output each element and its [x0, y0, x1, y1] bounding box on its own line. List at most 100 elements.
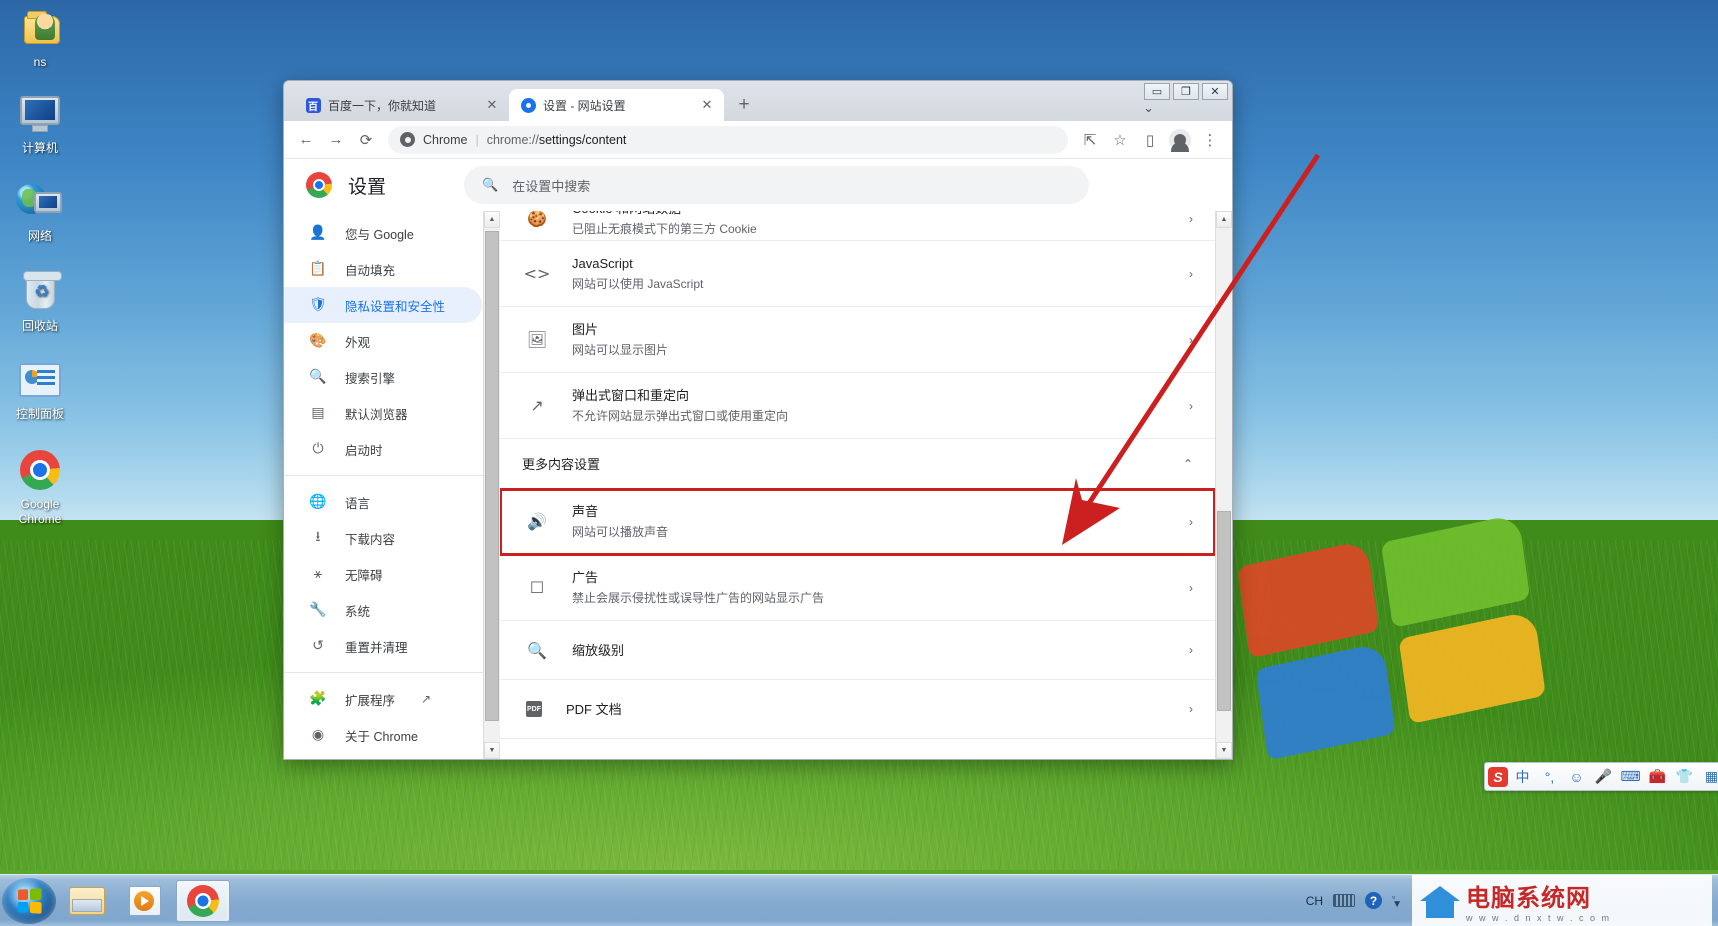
sidebar-item-privacy-and-security[interactable]: 🛡 隐私设置和安全性: [284, 287, 482, 323]
puzzle-icon: 🧩: [309, 691, 327, 707]
row-pdf-documents[interactable]: PDF PDF 文档 ›: [500, 680, 1215, 739]
profile-avatar-icon[interactable]: [1166, 126, 1194, 154]
smiley-icon[interactable]: ☺: [1564, 765, 1589, 788]
sidebar-item-accessibility[interactable]: ⚹ 无障碍: [284, 556, 482, 592]
chevron-right-icon[interactable]: ›: [1189, 643, 1193, 657]
row-sound[interactable]: 🔊 声音 网站可以播放声音 ›: [500, 488, 1215, 556]
tab-close-icon[interactable]: ✕: [699, 97, 715, 113]
omnibox-url-path: settings/content: [538, 132, 627, 147]
tab-close-icon[interactable]: ✕: [484, 97, 500, 113]
scroll-down-arrow-icon[interactable]: ▼: [484, 742, 500, 759]
chevron-right-icon[interactable]: ›: [1189, 702, 1193, 716]
sidebar-item-label: 无障碍: [345, 568, 383, 583]
start-button[interactable]: [2, 877, 56, 924]
toolbox-icon[interactable]: 🧰: [1645, 765, 1670, 788]
section-more-content-settings[interactable]: 更多内容设置 ⌃: [500, 439, 1215, 489]
row-javascript[interactable]: <> JavaScript 网站可以使用 JavaScript ›: [500, 241, 1215, 307]
windows-taskbar: CH ? ▫ ▼ 电脑系统网 w w w . d n x t w . c o m: [0, 874, 1718, 926]
sidebar-item-appearance[interactable]: 🎨 外观: [284, 323, 482, 359]
sidebar-item-autofill[interactable]: 📋 自动填充: [284, 251, 482, 287]
sidebar-item-you-and-google[interactable]: 👤 您与 Google: [284, 215, 482, 251]
chevron-right-icon[interactable]: ›: [1189, 333, 1193, 347]
skin-icon[interactable]: 👕: [1672, 765, 1697, 788]
maximize-button[interactable]: ❐: [1173, 83, 1199, 100]
row-popups-and-redirects[interactable]: ↗ 弹出式窗口和重定向 不允许网站显示弹出式窗口或使用重定向 ›: [500, 373, 1215, 439]
address-bar[interactable]: Chrome | chrome://settings/content: [388, 125, 1068, 154]
scrollbar-thumb[interactable]: [1217, 511, 1231, 711]
baidu-favicon: 百: [305, 97, 321, 113]
taskbar-button-chrome[interactable]: [176, 879, 230, 922]
language-indicator[interactable]: CH: [1306, 894, 1323, 908]
content-scrollbar[interactable]: ▲ ▼: [1215, 211, 1232, 759]
desktop-icon-control-panel[interactable]: 控制面板: [2, 358, 78, 422]
share-icon[interactable]: ⇱: [1076, 126, 1104, 154]
help-icon[interactable]: ?: [1365, 892, 1383, 909]
sogou-ime-toolbar[interactable]: S 中 °, ☺ 🎤 ⌨ 🧰 👕 ▦: [1484, 762, 1718, 791]
sidebar-item-languages[interactable]: 🌐 语言: [284, 484, 482, 520]
chevron-right-icon[interactable]: ›: [1189, 399, 1193, 413]
new-tab-button[interactable]: +: [730, 91, 758, 119]
punctuation-toggle-icon[interactable]: °,: [1537, 765, 1562, 788]
sidebar-item-system[interactable]: 🔧 系统: [284, 592, 482, 628]
sidebar-item-about-chrome[interactable]: ◉ 关于 Chrome: [284, 717, 482, 753]
scroll-down-arrow-icon[interactable]: ▼: [1216, 742, 1232, 759]
minimize-button[interactable]: ▭: [1144, 83, 1170, 100]
sogou-logo-icon[interactable]: S: [1488, 766, 1508, 787]
keyboard-icon[interactable]: [1333, 894, 1356, 907]
tab-baidu[interactable]: 百 百度一下，你就知道 ✕: [294, 89, 509, 121]
chevron-up-icon[interactable]: ⌃: [1183, 457, 1193, 471]
taskbar-button-explorer[interactable]: [60, 880, 114, 922]
desktop-icon-label: Google Chrome: [18, 497, 62, 526]
row-zoom-levels[interactable]: 🔍 缩放级别 ›: [500, 621, 1215, 680]
scrollbar-thumb[interactable]: [485, 231, 499, 721]
sidebar-item-label: 搜索引擎: [345, 371, 396, 386]
search-input[interactable]: 🔍 在设置中搜索: [464, 166, 1090, 204]
forward-button[interactable]: →: [322, 126, 350, 154]
apps-icon[interactable]: ▦: [1699, 765, 1718, 788]
row-cookies[interactable]: 🍪 Cookie 和网站数据 已阻止无痕模式下的第三方 Cookie ›: [500, 211, 1215, 241]
three-dot-menu-icon[interactable]: ⋮: [1196, 126, 1224, 154]
desktop-icon-ns[interactable]: ns: [2, 6, 78, 70]
desktop-icon-network[interactable]: 网络: [2, 180, 78, 244]
chevron-right-icon[interactable]: ›: [1189, 212, 1193, 226]
download-icon: ⭳: [315, 529, 321, 545]
side-panel-icon[interactable]: ▯: [1136, 126, 1164, 154]
settings-body: 👤 您与 Google 📋 自动填充 🛡 隐私设置和安全性 🎨 外观 🔍 搜索引…: [284, 211, 1232, 759]
close-button[interactable]: ✕: [1202, 83, 1228, 100]
sidebar-item-label: 您与 Google: [345, 227, 414, 242]
tab-settings[interactable]: 设置 - 网站设置 ✕: [509, 89, 724, 121]
windows-logo-icon: [17, 887, 42, 914]
external-link-icon[interactable]: ↗: [421, 692, 431, 706]
sidebar-item-search-engine[interactable]: 🔍 搜索引擎: [284, 359, 482, 395]
row-subtitle: 已阻止无痕模式下的第三方 Cookie: [572, 221, 757, 236]
sidebar-item-reset-and-cleanup[interactable]: ↺ 重置并清理: [284, 628, 482, 664]
chevron-right-icon[interactable]: ›: [1189, 515, 1193, 529]
microphone-icon[interactable]: 🎤: [1591, 765, 1616, 788]
show-hidden-icons-icon[interactable]: ▫ ▼: [1392, 892, 1402, 909]
keyboard-icon[interactable]: ⌨: [1618, 765, 1643, 788]
sidebar-item-extensions[interactable]: 🧩 扩展程序 ↗: [284, 681, 482, 717]
reload-button[interactable]: ⟳: [352, 126, 380, 154]
chevron-right-icon[interactable]: ›: [1189, 267, 1193, 281]
sidebar-item-default-browser[interactable]: ▤ 默认浏览器: [284, 395, 482, 431]
row-ads[interactable]: ☐ 广告 禁止会展示侵扰性或误导性广告的网站显示广告 ›: [500, 555, 1215, 621]
desktop-icon-computer[interactable]: 计算机: [2, 92, 78, 156]
sidebar-scrollbar[interactable]: ▲ ▼: [483, 211, 500, 759]
tab-search-chevron-down-icon[interactable]: ⌄: [1143, 100, 1154, 116]
star-icon[interactable]: ☆: [1106, 126, 1134, 154]
row-protected-content-id[interactable]: ☑ 受保护内容 ID ›: [500, 739, 1215, 760]
back-button[interactable]: ←: [292, 126, 320, 154]
ime-mode-toggle[interactable]: 中: [1510, 765, 1535, 788]
search-icon: 🔍: [482, 177, 499, 192]
sidebar-divider: [284, 672, 500, 673]
sidebar-item-label: 自动填充: [345, 263, 396, 278]
desktop-icon-recycle-bin[interactable]: 回收站: [2, 270, 78, 334]
desktop-icon-google-chrome[interactable]: Google Chrome: [2, 448, 78, 527]
scroll-up-arrow-icon[interactable]: ▲: [484, 211, 500, 228]
scroll-up-arrow-icon[interactable]: ▲: [1216, 211, 1232, 228]
sidebar-item-on-startup[interactable]: ⏻ 启动时: [284, 431, 482, 467]
row-images[interactable]: 🖼 图片 网站可以显示图片 ›: [500, 307, 1215, 373]
sidebar-item-downloads[interactable]: ⭳ 下载内容: [284, 520, 482, 556]
chevron-right-icon[interactable]: ›: [1189, 581, 1193, 595]
taskbar-button-media-player[interactable]: [118, 880, 172, 922]
